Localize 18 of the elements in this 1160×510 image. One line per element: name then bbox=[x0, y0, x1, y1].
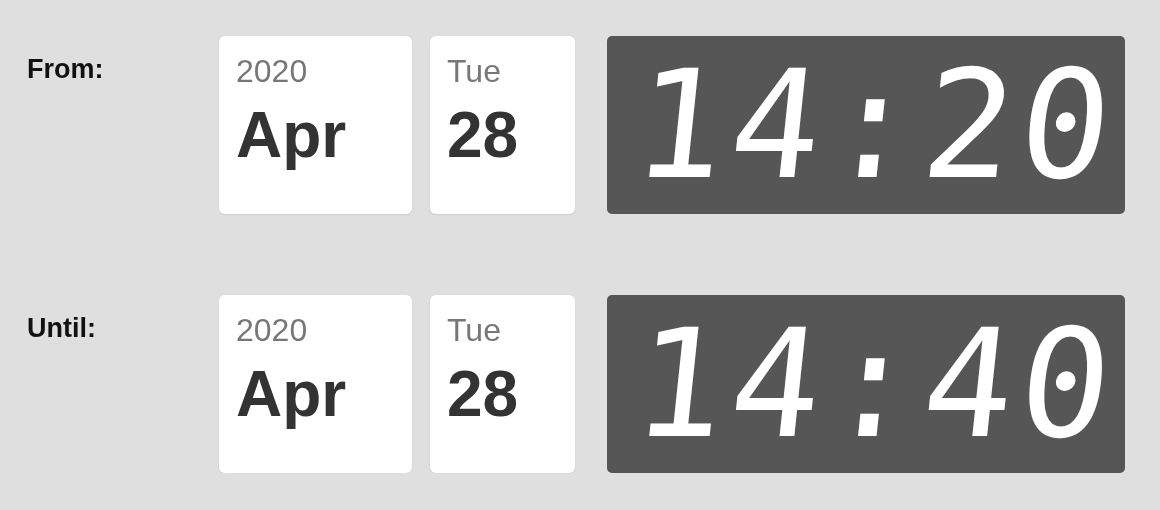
time-text: 14:40 bbox=[627, 309, 1125, 459]
weekday-text: Tue bbox=[447, 52, 502, 91]
time-display[interactable]: 14:40 bbox=[607, 295, 1125, 473]
day-text: 28 bbox=[447, 357, 520, 432]
date-card[interactable]: Tue 28 bbox=[430, 36, 575, 214]
range-label: Until: bbox=[27, 312, 97, 344]
time-display[interactable]: 14:20 bbox=[607, 36, 1125, 214]
day-text: 28 bbox=[447, 98, 520, 173]
year-text: 2020 bbox=[236, 52, 309, 91]
date-card[interactable]: Tue 28 bbox=[430, 295, 575, 473]
range-label: From: bbox=[27, 53, 105, 85]
year-text: 2020 bbox=[236, 311, 309, 350]
month-text: Apr bbox=[236, 357, 348, 432]
date-card[interactable]: 2020 Apr bbox=[219, 36, 412, 214]
date-card[interactable]: 2020 Apr bbox=[219, 295, 412, 473]
time-text: 14:20 bbox=[627, 50, 1125, 200]
month-text: Apr bbox=[236, 98, 348, 173]
weekday-text: Tue bbox=[447, 311, 502, 350]
